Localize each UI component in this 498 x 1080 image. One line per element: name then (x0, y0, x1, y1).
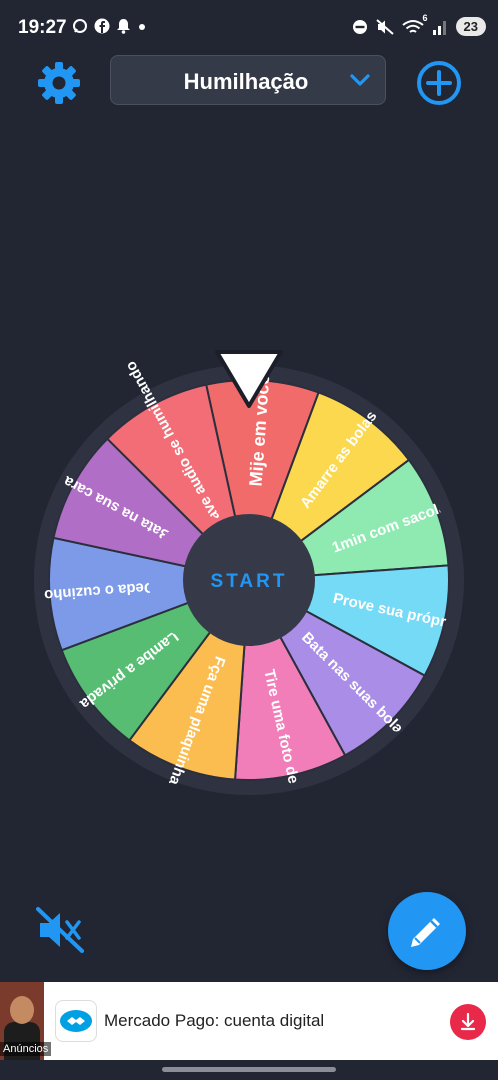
start-button[interactable]: START (211, 571, 288, 592)
download-icon (460, 1012, 476, 1031)
ad-title[interactable]: Mercado Pago: cuenta digital (104, 1011, 324, 1031)
ad-thumbnail-person-face (10, 996, 34, 1024)
pencil-icon (411, 918, 440, 947)
ad-label: Anúncios (0, 1042, 52, 1056)
handshake-glyph (67, 1017, 85, 1025)
ad-app-logo[interactable] (55, 1000, 97, 1042)
home-indicator[interactable] (162, 1067, 336, 1072)
edit-wheel-button[interactable] (388, 892, 466, 970)
ad-banner[interactable]: Anúncios Mercado Pago: cuenta digital (0, 982, 498, 1060)
mute-button[interactable] (36, 905, 86, 955)
ad-download-button[interactable] (450, 1004, 486, 1040)
volume-off-icon (36, 907, 84, 953)
